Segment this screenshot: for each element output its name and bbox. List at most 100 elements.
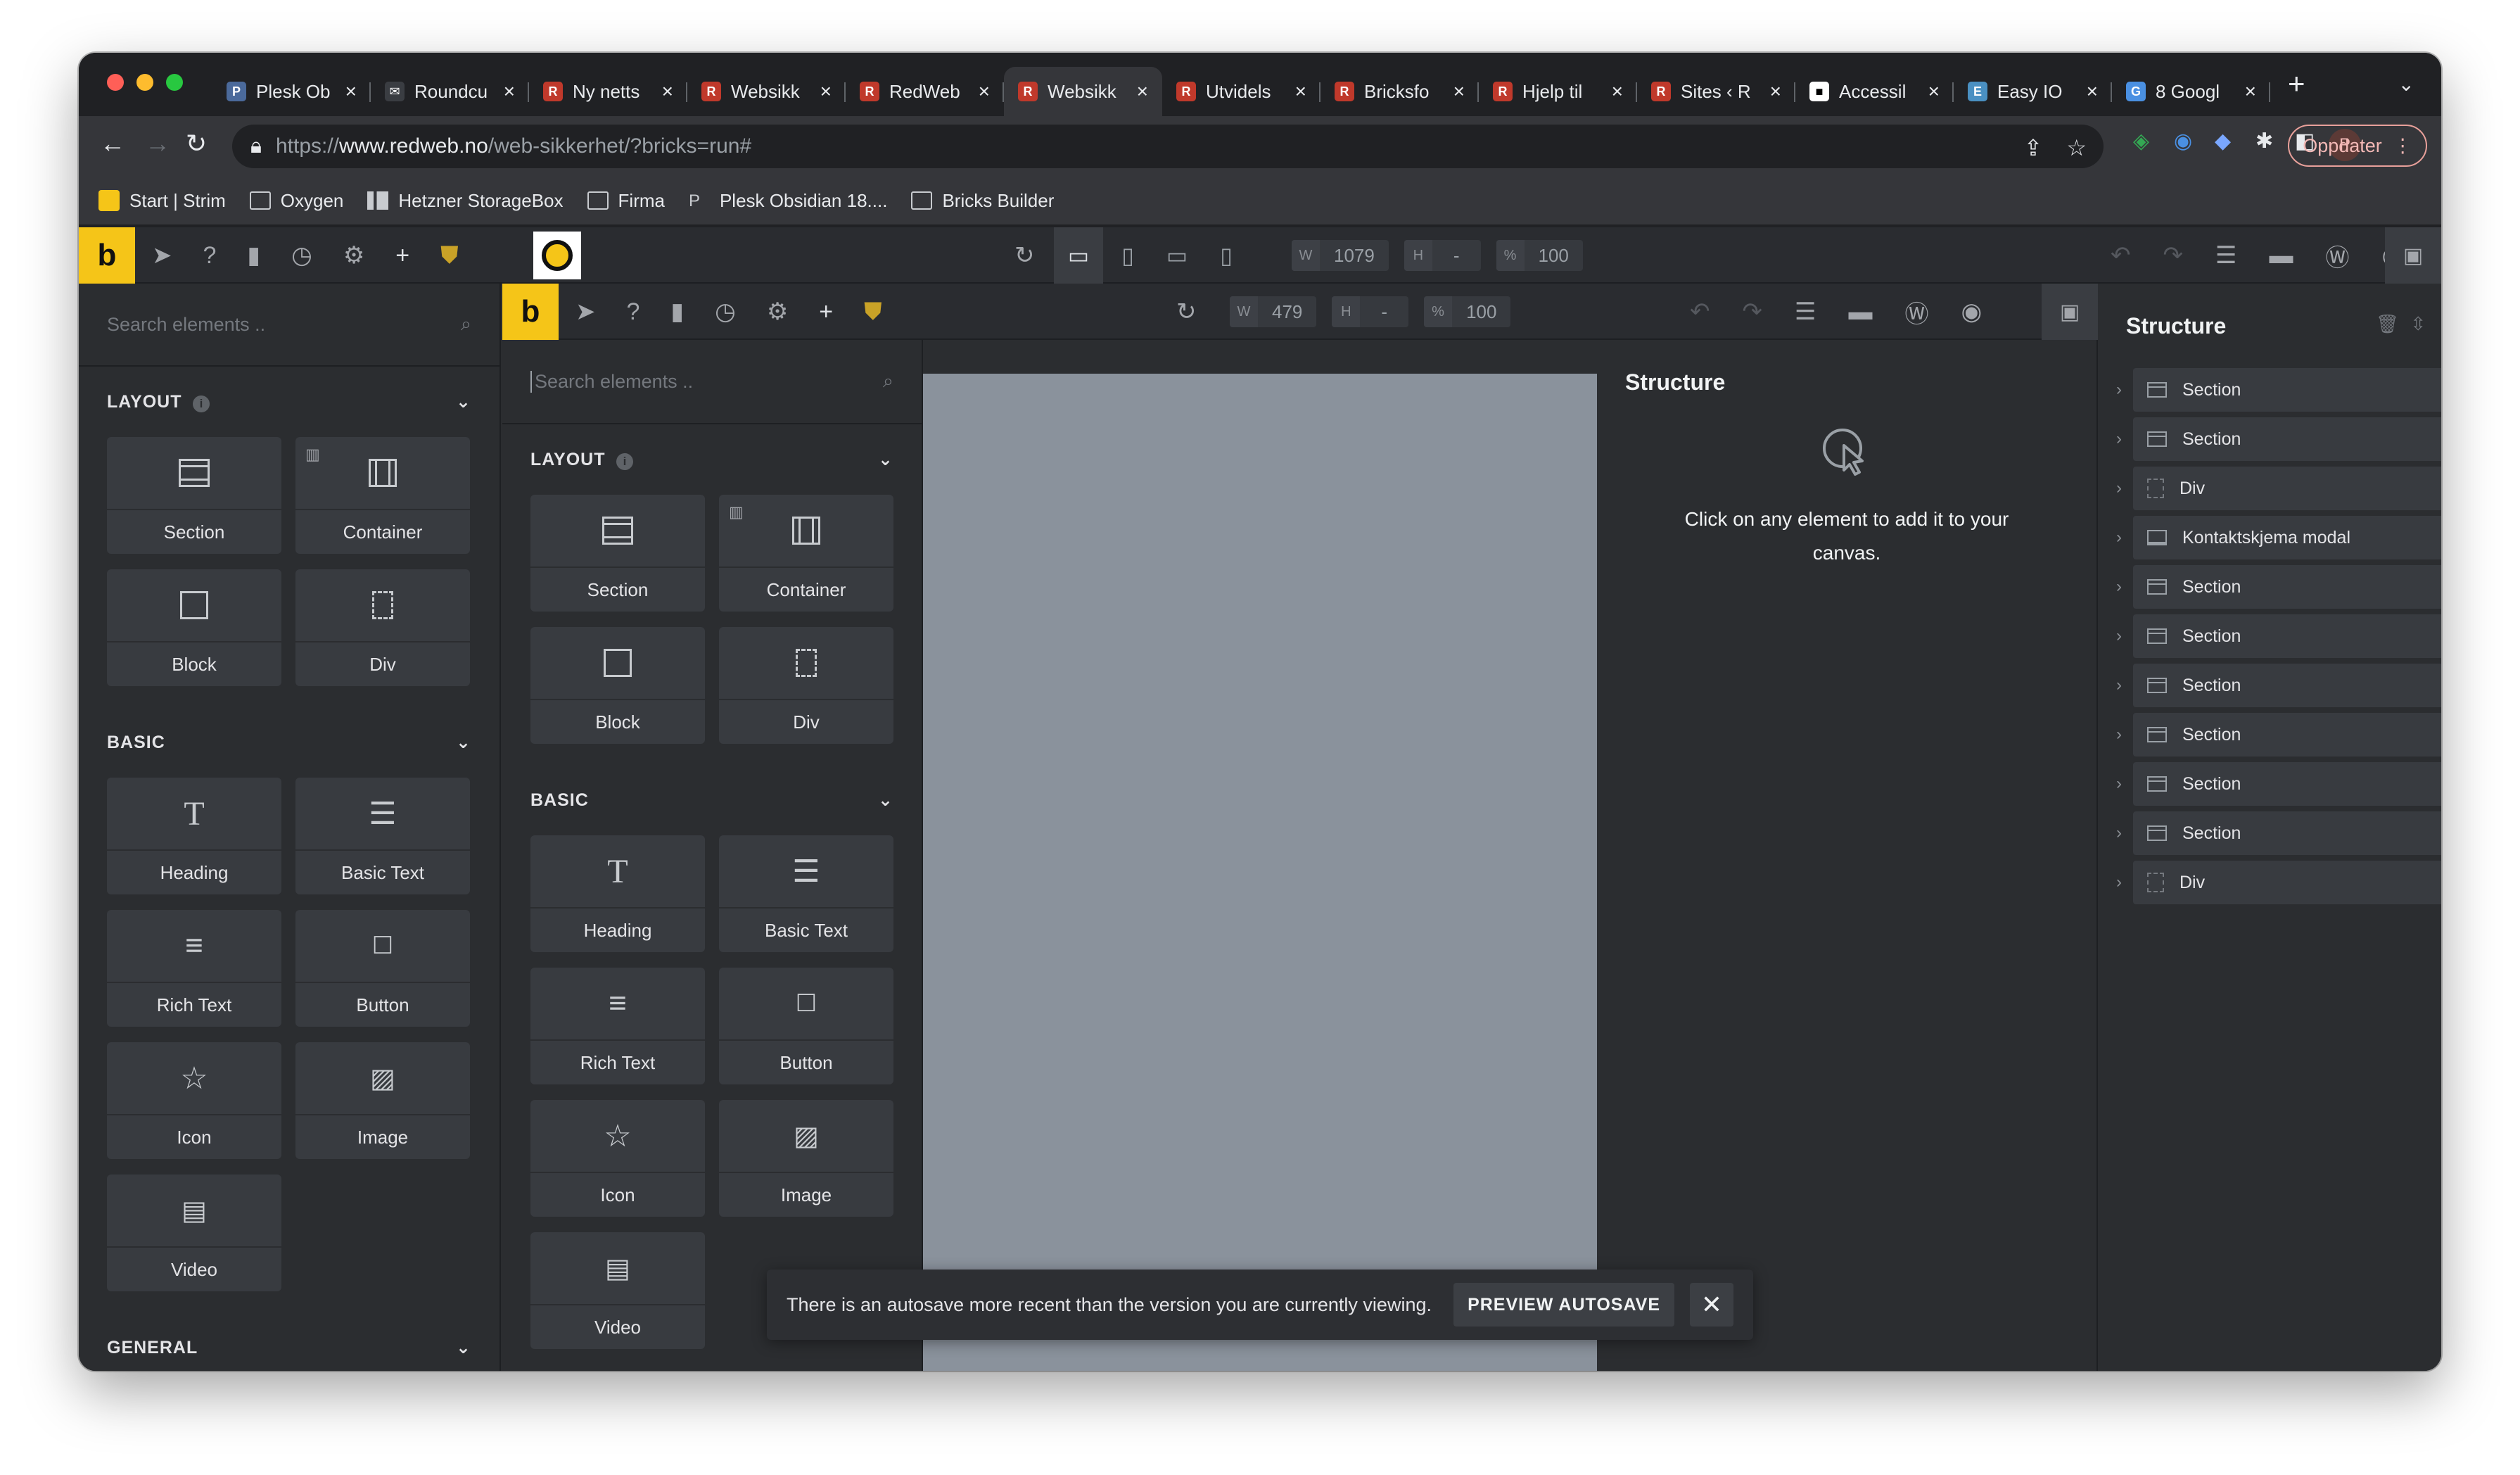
outer-element-block[interactable]: Block	[107, 569, 281, 686]
outer-element-container[interactable]: ▥ Container	[295, 437, 470, 554]
inner-element-image[interactable]: ▨ Image	[719, 1100, 893, 1217]
settings-gear-icon[interactable]: ⚙	[767, 298, 788, 326]
lock-icon[interactable]: 🔒︎	[250, 134, 262, 158]
chevron-right-icon[interactable]: ›	[2105, 528, 2133, 547]
structure-item[interactable]: › Section	[2105, 664, 2441, 707]
chevron-right-icon[interactable]: ›	[2105, 823, 2133, 843]
canvas-reload-icon[interactable]: ↻	[1014, 241, 1035, 270]
settings-gear-icon[interactable]: ⚙	[343, 241, 364, 270]
chevron-down-icon[interactable]: ⌄	[456, 732, 471, 753]
structure-item[interactable]: › Section	[2105, 811, 2441, 855]
tab-search-chevron-icon[interactable]: ⌄	[2398, 72, 2414, 96]
inner-element-basic-text[interactable]: ☰ Basic Text	[719, 835, 893, 952]
browser-tab[interactable]: G 8 Googl ×	[2112, 67, 2270, 116]
inner-element-heading[interactable]: T Heading	[530, 835, 705, 952]
structure-item-bar[interactable]: Section	[2133, 614, 2441, 658]
structure-item[interactable]: › Section	[2105, 614, 2441, 658]
tab-close-icon[interactable]: ×	[662, 80, 673, 103]
pointer-icon[interactable]: ➤	[152, 241, 172, 270]
trash-icon[interactable]: 🗑︎	[2376, 313, 2399, 335]
extension-icon-1[interactable]: ◈	[2133, 129, 2149, 153]
inner-element-block[interactable]: Block	[530, 627, 705, 744]
structure-item[interactable]: ›Div▯	[2105, 467, 2441, 510]
new-tab-button[interactable]: +	[2288, 67, 2305, 101]
browser-tab[interactable]: R Websikk ×	[1004, 67, 1162, 116]
chevron-right-icon[interactable]: ›	[2105, 380, 2133, 400]
extension-icon-3[interactable]: ◆	[2215, 129, 2231, 153]
structure-item[interactable]: ›Div▯	[2105, 861, 2441, 904]
structure-item-bar[interactable]: Div	[2133, 467, 2441, 510]
inner-element-section[interactable]: Section	[530, 495, 705, 612]
bookmark-item[interactable]: Start | Strim	[98, 190, 226, 212]
desktop-device-icon[interactable]: ▭	[1054, 227, 1103, 284]
outer-general-category[interactable]: GENERAL ⌄	[79, 1312, 499, 1371]
tab-close-icon[interactable]: ×	[2245, 80, 2256, 103]
pointer-icon[interactable]: ➤	[575, 298, 596, 326]
chevron-right-icon[interactable]: ›	[2105, 626, 2133, 646]
help-icon[interactable]: ?	[627, 298, 640, 326]
back-arrow-icon[interactable]: ←	[100, 129, 125, 158]
info-icon[interactable]: i	[616, 452, 634, 470]
structure-item-bar[interactable]: Div	[2133, 861, 2441, 904]
structure-item[interactable]: › Section	[2105, 762, 2441, 806]
pages-icon[interactable]: ▮	[247, 241, 260, 270]
reload-icon[interactable]: ↻	[186, 129, 207, 158]
extension-icon-2[interactable]: ◉	[2174, 129, 2192, 153]
preview-eye-icon[interactable]: ◉	[1961, 298, 1982, 326]
extensions-puzzle-icon[interactable]: ✱	[2255, 129, 2273, 153]
shield-icon[interactable]: ⛊	[440, 242, 459, 270]
inner-element-button[interactable]: ☐ Button	[719, 968, 893, 1084]
browser-tab[interactable]: P Plesk Ob ×	[212, 67, 371, 116]
outer-element-image[interactable]: ▨ Image	[295, 1042, 470, 1159]
inner-width-field[interactable]: W 479	[1230, 296, 1317, 327]
search-icon[interactable]: ⌕	[461, 313, 471, 336]
browser-tab[interactable]: E Easy IO ×	[1954, 67, 2112, 116]
save-disk-icon[interactable]: ▣	[2385, 227, 2441, 284]
chevron-right-icon[interactable]: ›	[2105, 725, 2133, 745]
address-bar[interactable]: 🔒︎ https://www.redweb.no/web-sikkerhet/?…	[232, 125, 2104, 168]
outer-zoom-field[interactable]: % 100	[1496, 240, 1583, 271]
chevron-down-icon[interactable]: ⌄	[878, 449, 893, 470]
bricks-logo[interactable]: b	[79, 227, 135, 284]
structure-item[interactable]: › Section	[2105, 713, 2441, 757]
undo-icon[interactable]: ↶	[1690, 298, 1710, 326]
tab-close-icon[interactable]: ×	[1612, 80, 1623, 103]
history-icon[interactable]: ◷	[715, 298, 736, 326]
wordpress-icon[interactable]: Ⓦ	[2325, 239, 2349, 273]
search-icon[interactable]: ⌕	[883, 370, 893, 393]
outer-element-basic-text[interactable]: ☰ Basic Text	[295, 778, 470, 894]
chevron-down-icon[interactable]: ⌄	[456, 391, 471, 412]
bookmark-item[interactable]: P Plesk Obsidian 18....	[689, 190, 887, 212]
mobile-icon[interactable]: ▯	[1202, 227, 1251, 284]
pages-icon[interactable]: ▮	[670, 298, 684, 326]
add-element-plus-icon[interactable]: +	[819, 298, 833, 326]
inner-zoom-field[interactable]: % 100	[1424, 296, 1511, 327]
structure-item-bar[interactable]: Section	[2133, 368, 2441, 412]
undo-icon[interactable]: ↶	[2111, 241, 2131, 270]
outer-element-section[interactable]: Section	[107, 437, 281, 554]
outer-element-rich-text[interactable]: ≡ Rich Text	[107, 910, 281, 1027]
canvas-reload-icon[interactable]: ↻	[1176, 298, 1197, 326]
chevron-right-icon[interactable]: ›	[2105, 774, 2133, 794]
bookmark-star-icon[interactable]: ☆	[2066, 134, 2087, 161]
inner-search-input[interactable]	[530, 370, 868, 393]
structure-item-bar[interactable]: Section	[2133, 762, 2441, 806]
close-window-button[interactable]	[107, 74, 124, 91]
inner-element-div[interactable]: Div	[719, 627, 893, 744]
browser-tab[interactable]: R Bricksfo ×	[1321, 67, 1479, 116]
save-disk-icon[interactable]: ▣	[2042, 284, 2098, 340]
structure-item[interactable]: › Kontaktskjema modal	[2105, 516, 2441, 559]
tab-close-icon[interactable]: ×	[979, 80, 990, 103]
browser-tab[interactable]: R Ny netts ×	[529, 67, 687, 116]
structure-item-bar[interactable]: Section	[2133, 664, 2441, 707]
structure-list-icon[interactable]: ☰	[2215, 241, 2236, 270]
wordpress-icon[interactable]: Ⓦ	[1904, 295, 1928, 329]
outer-element-video[interactable]: ▤ Video	[107, 1175, 281, 1291]
inner-element-rich-text[interactable]: ≡ Rich Text	[530, 968, 705, 1084]
structure-item-bar[interactable]: Section	[2133, 565, 2441, 609]
structure-item-bar[interactable]: Section	[2133, 713, 2441, 757]
chevron-down-icon[interactable]: ⌄	[878, 790, 893, 811]
browser-tab[interactable]: R RedWeb ×	[846, 67, 1004, 116]
browser-tab[interactable]: ✉ Roundcu ×	[371, 67, 529, 116]
outer-element-heading[interactable]: T Heading	[107, 778, 281, 894]
